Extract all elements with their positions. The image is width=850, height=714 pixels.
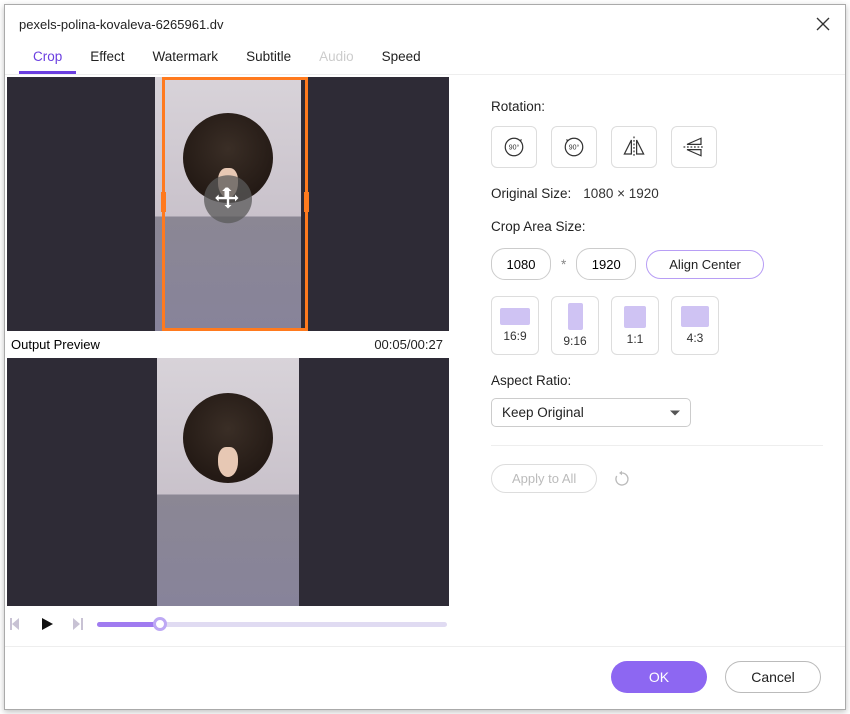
aspect-ratio-select[interactable]: Keep Original bbox=[491, 398, 691, 427]
preview-info-bar: Output Preview 00:05/00:27 bbox=[5, 331, 449, 358]
play-button[interactable] bbox=[37, 614, 57, 634]
original-size-row: Original Size: 1080 × 1920 bbox=[491, 186, 823, 201]
crop-height-input[interactable] bbox=[576, 248, 636, 280]
ratio-shape-icon bbox=[568, 303, 583, 330]
apply-to-all-button[interactable]: Apply to All bbox=[491, 464, 597, 493]
rotation-section: Rotation: 90° 90° bbox=[491, 99, 823, 168]
rotate-ccw-icon: 90° bbox=[560, 133, 588, 161]
ratio-shape-icon bbox=[624, 306, 646, 328]
reset-icon[interactable] bbox=[613, 470, 631, 488]
output-preview bbox=[7, 358, 449, 606]
apply-row: Apply to All bbox=[491, 464, 823, 493]
ratio-label: 1:1 bbox=[627, 332, 644, 346]
rotate-cw-icon: 90° bbox=[500, 133, 528, 161]
crop-preview[interactable] bbox=[7, 77, 449, 331]
tab-audio: Audio bbox=[305, 43, 368, 74]
player-controls bbox=[5, 606, 449, 648]
multiply-symbol: * bbox=[561, 257, 566, 272]
cancel-button[interactable]: Cancel bbox=[725, 661, 821, 693]
svg-text:90°: 90° bbox=[569, 144, 580, 152]
flip-vertical-button[interactable] bbox=[671, 126, 717, 168]
flip-vertical-icon bbox=[680, 133, 708, 161]
play-icon bbox=[39, 616, 55, 632]
divider bbox=[491, 445, 823, 446]
video-crop-dialog: pexels-polina-kovaleva-6265961.dv Crop E… bbox=[4, 4, 846, 710]
ratio-label: 16:9 bbox=[503, 329, 526, 343]
tab-bar: Crop Effect Watermark Subtitle Audio Spe… bbox=[5, 39, 845, 75]
ok-button[interactable]: OK bbox=[611, 661, 707, 693]
ratio-4-3-button[interactable]: 4:3 bbox=[671, 296, 719, 355]
close-icon bbox=[816, 17, 830, 31]
preview-column: Output Preview 00:05/00:27 bbox=[5, 75, 463, 646]
move-icon bbox=[214, 185, 242, 213]
original-size-label: Original Size: bbox=[491, 186, 571, 201]
ratio-9-16-button[interactable]: 9:16 bbox=[551, 296, 599, 355]
output-frame bbox=[157, 358, 299, 606]
crop-area-label: Crop Area Size: bbox=[491, 219, 823, 234]
flip-horizontal-icon bbox=[620, 133, 648, 161]
settings-column: Rotation: 90° 90° Ori bbox=[463, 75, 845, 646]
window-title: pexels-polina-kovaleva-6265961.dv bbox=[19, 17, 224, 32]
dialog-footer: OK Cancel bbox=[5, 646, 845, 709]
dialog-body: Output Preview 00:05/00:27 bbox=[5, 75, 845, 646]
ratio-1-1-button[interactable]: 1:1 bbox=[611, 296, 659, 355]
ratio-label: 4:3 bbox=[687, 331, 704, 345]
rotate-ccw-button[interactable]: 90° bbox=[551, 126, 597, 168]
prev-frame-button[interactable] bbox=[7, 614, 27, 634]
tab-effect[interactable]: Effect bbox=[76, 43, 138, 74]
preview-time: 00:05/00:27 bbox=[374, 337, 443, 352]
next-frame-button[interactable] bbox=[67, 614, 87, 634]
ratio-shape-icon bbox=[681, 306, 709, 327]
close-button[interactable] bbox=[809, 10, 837, 38]
align-center-button[interactable]: Align Center bbox=[646, 250, 764, 279]
titlebar: pexels-polina-kovaleva-6265961.dv bbox=[5, 5, 845, 39]
playback-slider[interactable] bbox=[97, 610, 447, 638]
original-size-value: 1080 × 1920 bbox=[583, 186, 658, 201]
prev-frame-icon bbox=[9, 616, 25, 632]
ratio-16-9-button[interactable]: 16:9 bbox=[491, 296, 539, 355]
ratio-label: 9:16 bbox=[563, 334, 586, 348]
rotate-cw-button[interactable]: 90° bbox=[491, 126, 537, 168]
ratio-shape-icon bbox=[500, 308, 530, 325]
tab-subtitle[interactable]: Subtitle bbox=[232, 43, 305, 74]
output-preview-label: Output Preview bbox=[11, 337, 100, 352]
svg-text:90°: 90° bbox=[509, 144, 520, 152]
aspect-section: Aspect Ratio: Keep Original bbox=[491, 373, 823, 427]
next-frame-icon bbox=[69, 616, 85, 632]
move-indicator[interactable] bbox=[204, 175, 252, 223]
crop-width-input[interactable] bbox=[491, 248, 551, 280]
crop-size-section: Crop Area Size: * Align Center 16:9 bbox=[491, 219, 823, 355]
rotation-label: Rotation: bbox=[491, 99, 823, 114]
tab-speed[interactable]: Speed bbox=[368, 43, 435, 74]
tab-crop[interactable]: Crop bbox=[19, 43, 76, 74]
flip-horizontal-button[interactable] bbox=[611, 126, 657, 168]
tab-watermark[interactable]: Watermark bbox=[139, 43, 233, 74]
aspect-ratio-label: Aspect Ratio: bbox=[491, 373, 823, 388]
